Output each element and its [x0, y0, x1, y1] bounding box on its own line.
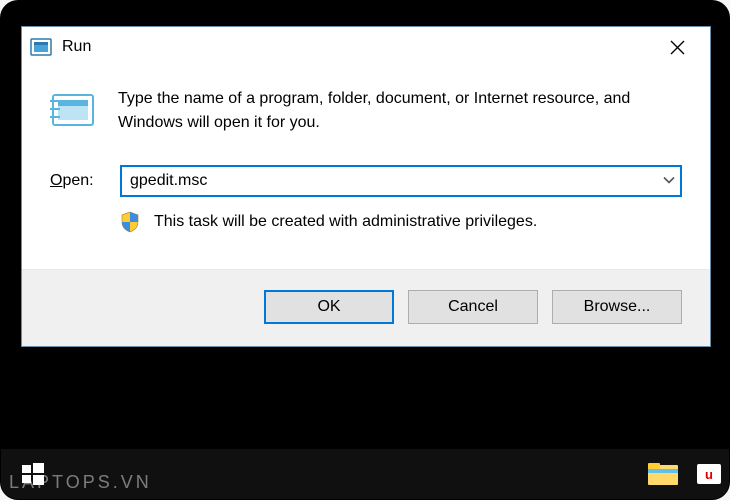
- svg-text:u: u: [705, 467, 713, 482]
- run-large-icon: [50, 87, 100, 135]
- browse-button[interactable]: Browse...: [552, 290, 682, 324]
- run-dialog: Run: [21, 26, 711, 347]
- open-label: Open:: [50, 172, 120, 190]
- titlebar: Run: [22, 27, 710, 67]
- open-input[interactable]: [120, 165, 682, 197]
- admin-privileges-text: This task will be created with administr…: [154, 213, 537, 231]
- instruction-text: Type the name of a program, folder, docu…: [118, 87, 682, 135]
- cancel-button[interactable]: Cancel: [408, 290, 538, 324]
- tray-icon[interactable]: u: [693, 450, 725, 498]
- dialog-title: Run: [62, 38, 652, 56]
- run-title-icon: [30, 36, 52, 58]
- ok-button[interactable]: OK: [264, 290, 394, 324]
- button-area: OK Cancel Browse...: [22, 269, 710, 346]
- taskbar[interactable]: u: [1, 449, 729, 499]
- file-explorer-taskbar-icon[interactable]: [635, 450, 691, 498]
- start-button[interactable]: [5, 450, 61, 498]
- close-button[interactable]: [652, 28, 702, 66]
- shield-icon: [120, 211, 142, 233]
